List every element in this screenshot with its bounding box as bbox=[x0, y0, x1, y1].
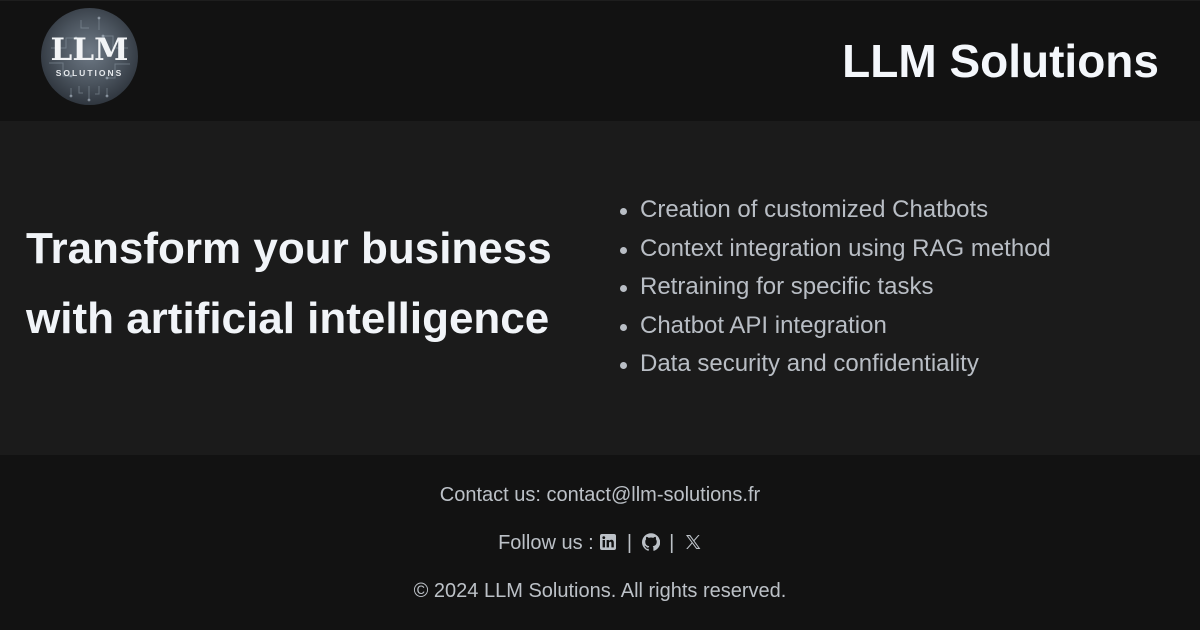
site-header: LLM SOLUTIONS LLM Solutions bbox=[0, 0, 1200, 121]
copyright-text: © 2024 LLM Solutions. All rights reserve… bbox=[413, 580, 787, 602]
logo-main-text: LLM bbox=[50, 32, 129, 68]
feature-list: Creation of customized Chatbots Context … bbox=[620, 191, 1051, 384]
contact-line: Contact us: contact@llm-solutions.fr bbox=[0, 483, 1200, 507]
feature-item: Retraining for specific tasks bbox=[620, 268, 1051, 307]
site-title: LLM Solutions bbox=[842, 35, 1159, 87]
follow-line: Follow us : | | bbox=[0, 531, 1200, 555]
feature-item: Creation of customized Chatbots bbox=[620, 191, 1051, 230]
hero-headline-line-2: with artificial intelligence bbox=[26, 294, 550, 343]
hero-headline-line-1: Transform your business bbox=[26, 224, 552, 273]
site-footer: Contact us: contact@llm-solutions.fr Fol… bbox=[0, 455, 1200, 630]
feature-item: Data security and confidentiality bbox=[620, 345, 1051, 384]
github-icon[interactable] bbox=[641, 533, 660, 551]
contact-label: Contact us: bbox=[439, 484, 547, 506]
social-separator: | bbox=[626, 532, 633, 554]
feature-item: Context integration using RAG method bbox=[620, 230, 1051, 269]
follow-label: Follow us : bbox=[498, 532, 600, 554]
x-icon[interactable] bbox=[684, 533, 702, 551]
social-separator: | bbox=[669, 532, 675, 554]
contact-email-link[interactable]: contact@llm-solutions.fr bbox=[547, 484, 761, 506]
hero-section: Transform your business with artificial … bbox=[0, 121, 1200, 455]
linkedin-icon[interactable] bbox=[599, 533, 617, 551]
llm-solutions-logo[interactable]: LLM SOLUTIONS bbox=[41, 8, 138, 105]
feature-item: Chatbot API integration bbox=[620, 307, 1051, 346]
hero-headline: Transform your business with artificial … bbox=[26, 214, 586, 354]
logo-sub-text: SOLUTIONS bbox=[55, 68, 124, 78]
